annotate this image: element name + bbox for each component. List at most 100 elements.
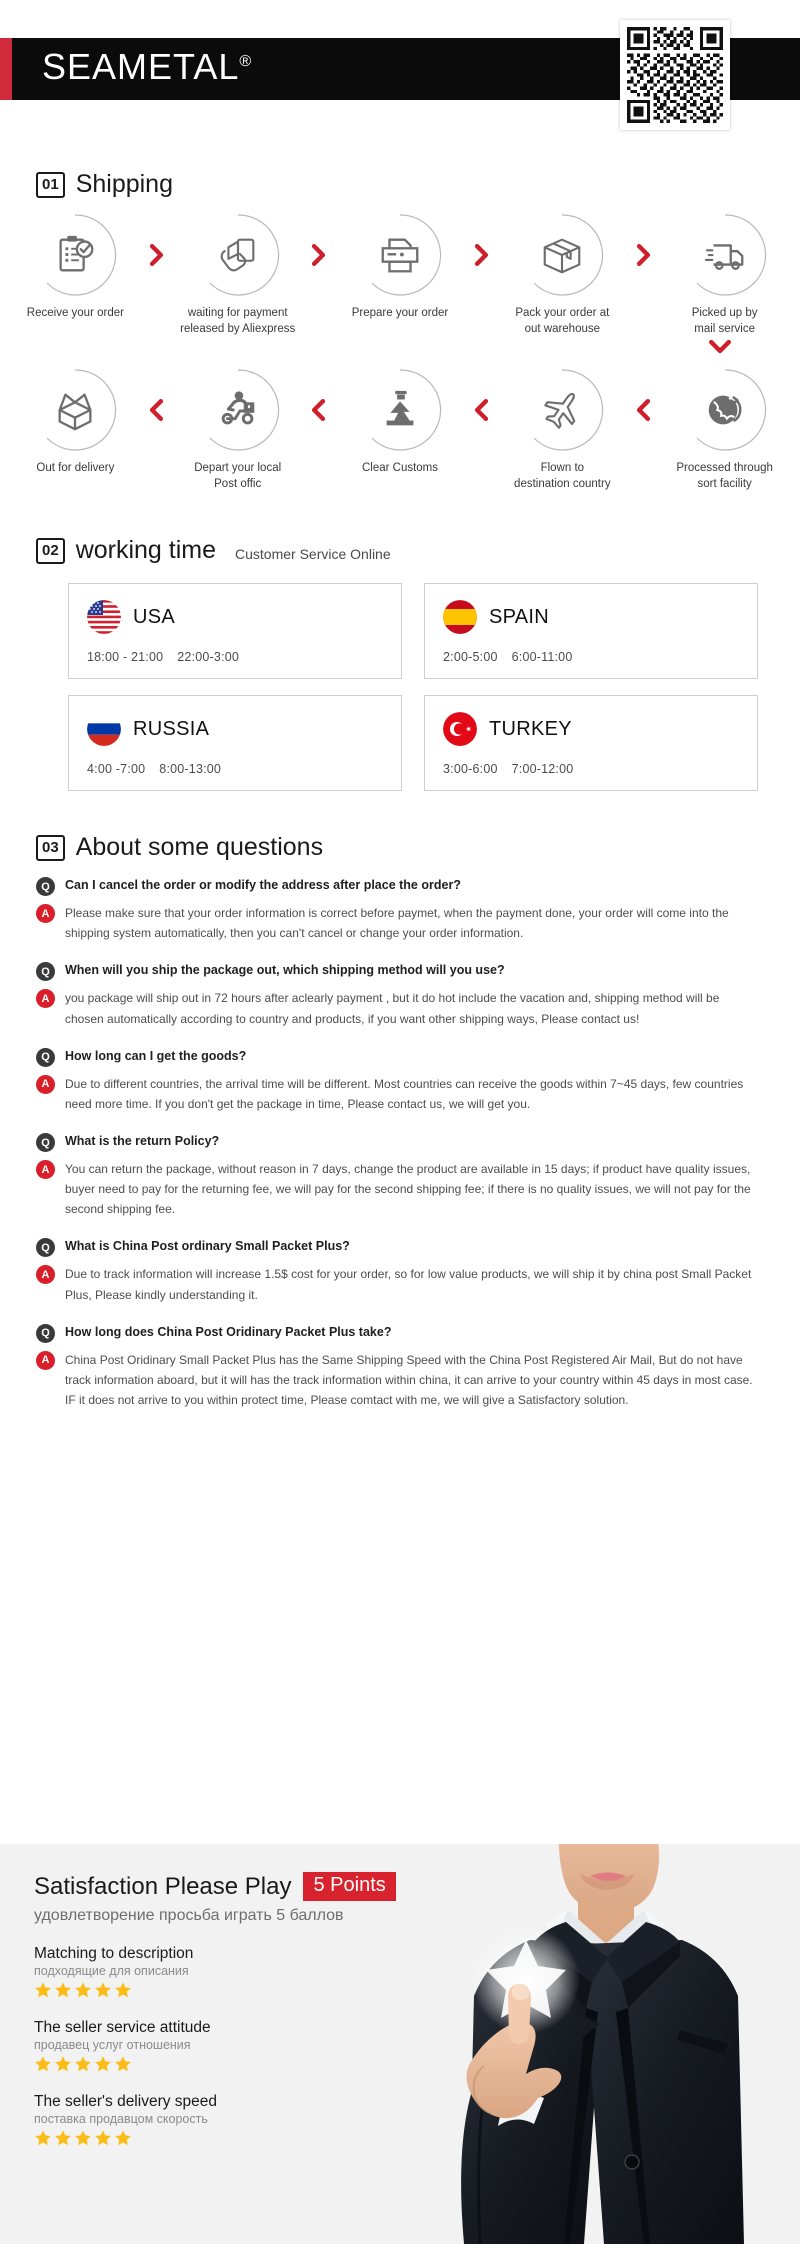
- star-icon[interactable]: [74, 2129, 92, 2147]
- faq-answer: you package will ship out in 72 hours af…: [65, 991, 720, 1026]
- star-icon[interactable]: [94, 2055, 112, 2073]
- question-badge: Q: [36, 1323, 55, 1343]
- working-time-section: 02 working time Customer Service Online: [0, 536, 800, 792]
- star-icon[interactable]: [94, 2129, 112, 2147]
- question-badge: Q: [36, 877, 55, 897]
- chevron-right-icon: [622, 213, 666, 297]
- faq-answer: Please make sure that your order informa…: [65, 906, 729, 941]
- section-number: 03: [36, 834, 65, 861]
- satisfaction-subtitle: удовлетворение просьба играть 5 баллов: [34, 1907, 344, 1924]
- step-circle: [683, 368, 767, 452]
- star-icon[interactable]: [34, 2055, 52, 2073]
- shipping-step: Processed through sort facility: [665, 368, 784, 492]
- step-circle: [358, 213, 442, 297]
- working-time-card-russia: RUSSIA 4:00 -7:00 8:00-13:00: [68, 695, 402, 792]
- faq-answer-line: A Due to track information will increase…: [36, 1264, 760, 1304]
- faq-answer: Due to track information will increase 1…: [65, 1267, 752, 1302]
- question-badge: Q: [36, 1238, 55, 1258]
- faq-question: How long does China Post Oridinary Packe…: [65, 1324, 392, 1339]
- faq-answer-line: A You can return the package, without re…: [36, 1159, 760, 1219]
- rating-label-en: Matching to description: [34, 1945, 194, 1962]
- star-icon[interactable]: [54, 1981, 72, 1999]
- rating-row-seller-delivery-speed: The seller's delivery speed поставка про…: [34, 2093, 454, 2147]
- chevron-right-icon: [459, 213, 503, 297]
- shipping-section: 01 Shipping Receive your order waiting f…: [0, 148, 800, 492]
- country-name: TURKEY: [489, 717, 572, 740]
- step-circle: [196, 368, 280, 452]
- step-label: waiting for payment released by Aliexpres…: [180, 307, 296, 335]
- hours-slot-2: 22:00-3:00: [177, 650, 240, 665]
- faq-question-line: Q How long can I get the goods?: [36, 1047, 760, 1067]
- working-time-card-usa: USA 18:00 - 21:00 22:00-3:00: [68, 583, 402, 680]
- step-label: Processed through sort facility: [676, 462, 773, 490]
- working-hours: 3:00-6:00 7:00-12:00: [443, 762, 739, 776]
- star-icon[interactable]: [34, 2129, 52, 2147]
- faq-section: 03 About some questions Q Can I cancel t…: [0, 833, 800, 1410]
- shipping-step: Receive your order: [16, 213, 135, 322]
- step-circle: [358, 368, 442, 452]
- shipping-step: Picked up by mail service: [665, 213, 784, 337]
- chevron-down-icon: [0, 339, 800, 354]
- star-icon[interactable]: [114, 2055, 132, 2073]
- star-icon[interactable]: [94, 1981, 112, 1999]
- shipping-steps-row-1: Receive your order waiting for payment re…: [0, 213, 800, 337]
- star-icon[interactable]: [54, 2129, 72, 2147]
- shipping-step: Clear Customs: [341, 368, 460, 477]
- faq-answer: You can return the package, without reas…: [65, 1162, 751, 1217]
- faq-question-line: Q When will you ship the package out, wh…: [36, 961, 760, 982]
- faq-question: What is China Post ordinary Small Packet…: [65, 1239, 350, 1254]
- step-label: Receive your order: [26, 307, 124, 319]
- flag-russia-icon: [87, 712, 121, 747]
- page-header: SEAMETAL®: [0, 0, 800, 148]
- faq-item: Q When will you ship the package out, wh…: [36, 961, 760, 1028]
- shipping-step: Flown to destination country: [503, 368, 622, 492]
- chevron-right-icon: [297, 213, 341, 297]
- step-label: Picked up by mail service: [691, 307, 758, 335]
- rating-row-seller-service-attitude: The seller service attitude продавец усл…: [34, 2019, 454, 2073]
- hand-card-icon: [220, 238, 255, 272]
- hours-slot-1: 3:00-6:00: [443, 762, 498, 777]
- star-icon[interactable]: [54, 2055, 72, 2073]
- flag-spain-icon: [443, 600, 477, 635]
- star-icon[interactable]: [34, 1981, 52, 1999]
- shipping-step: Pack your order at out warehouse: [503, 213, 622, 337]
- rating-label-ru: продавец услуг отношения: [34, 2038, 191, 2052]
- country-name: SPAIN: [489, 605, 550, 628]
- scooter-courier-icon: [221, 391, 254, 425]
- truck-icon: [704, 244, 744, 270]
- star-icon[interactable]: [74, 2055, 92, 2073]
- shipping-step: Out for delivery: [16, 368, 135, 477]
- faq-question: Can I cancel the order or modify the add…: [65, 878, 461, 893]
- star-rating[interactable]: [34, 2129, 454, 2147]
- step-label: Pack your order at out warehouse: [515, 307, 610, 335]
- star-rating[interactable]: [34, 2055, 454, 2073]
- step-circle: [33, 368, 117, 452]
- star-icon[interactable]: [114, 1981, 132, 1999]
- section-name: working time: [75, 536, 217, 565]
- hours-slot-1: 2:00-5:00: [443, 650, 498, 665]
- faq-question: When will you ship the package out, whic…: [65, 963, 505, 978]
- rating-label-en: The seller's delivery speed: [34, 2093, 218, 2110]
- country-name: USA: [133, 605, 176, 628]
- globe-arrow-icon: [708, 395, 742, 425]
- star-icon[interactable]: [114, 2129, 132, 2147]
- rating-label-ru: подходящие для описания: [34, 1964, 189, 1978]
- airplane-icon: [544, 392, 576, 429]
- card-head: SPAIN: [443, 600, 739, 635]
- star-rating[interactable]: [34, 1981, 454, 1999]
- flag-turkey-icon: [443, 712, 477, 747]
- shipping-step: Depart your local Post offic: [178, 368, 297, 492]
- faq-question: How long can I get the goods?: [65, 1048, 247, 1063]
- answer-badge: A: [36, 1265, 55, 1285]
- step-circle: [520, 368, 604, 452]
- shipping-steps-row-2: Out for delivery Depart your local Post …: [0, 368, 800, 492]
- step-circle: [196, 213, 280, 297]
- box-icon: [544, 238, 581, 274]
- hours-slot-2: 6:00-11:00: [511, 650, 573, 665]
- step-label: Clear Customs: [361, 462, 439, 475]
- card-head: TURKEY: [443, 712, 739, 747]
- answer-badge: A: [36, 904, 55, 924]
- star-icon[interactable]: [74, 1981, 92, 1999]
- answer-badge: A: [36, 989, 55, 1009]
- qr-code-icon[interactable]: [620, 20, 730, 130]
